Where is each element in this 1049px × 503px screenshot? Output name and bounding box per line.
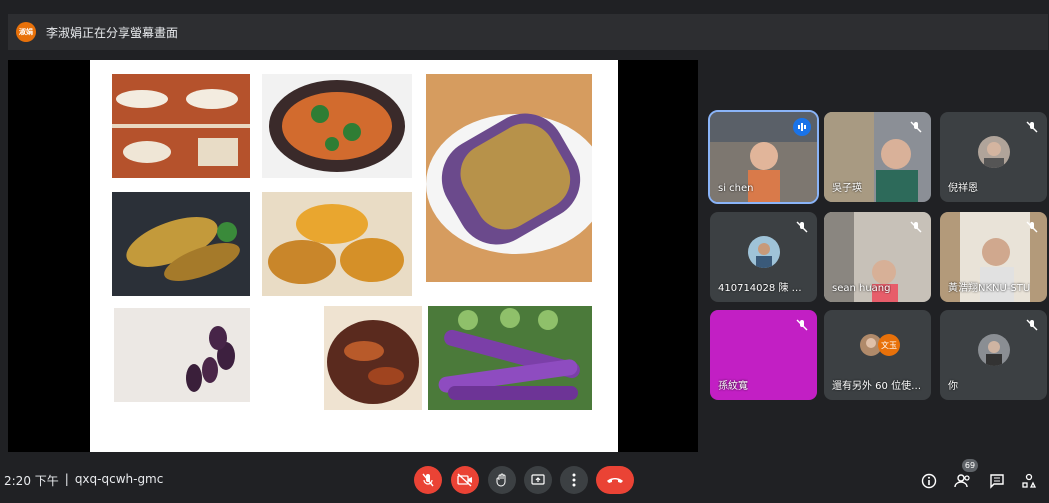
participant-name: sean huang [832, 283, 891, 294]
speaking-indicator-icon [793, 118, 811, 136]
presenting-text: 李淑娟正在分享螢幕畫面 [46, 25, 179, 40]
present-icon [531, 474, 545, 485]
participant-tile-sean-huang[interactable]: sean huang [824, 212, 931, 302]
camera-toggle-button[interactable] [451, 466, 479, 494]
shared-screen [8, 60, 698, 452]
participant-tile-ni[interactable]: 倪祥恩 [940, 112, 1047, 202]
participant-name: 孫紋寬 [718, 381, 748, 392]
participant-name: 倪祥恩 [948, 183, 978, 194]
mic-off-icon [796, 319, 808, 331]
mic-off-icon [796, 221, 808, 233]
mic-off-icon [1026, 221, 1038, 233]
more-options-button[interactable] [560, 466, 588, 494]
people-button[interactable] [954, 472, 972, 490]
mic-off-icon [1026, 319, 1038, 331]
bottom-control-bar: 2:20 下午 | qxq-qcwh-gmc 69 [0, 458, 1049, 503]
hang-up-icon [607, 478, 623, 483]
mic-off-icon [910, 221, 922, 233]
participant-name: 黃浩翔NKNU-STU [948, 283, 1031, 294]
meeting-time: 2:20 下午 [4, 474, 59, 488]
presenting-banner: 淑娟 李淑娟正在分享螢幕畫面 [8, 14, 1048, 50]
stuffed-eggplant-photo [262, 74, 412, 178]
people-icon [954, 474, 970, 488]
meeting-code: qxq-qcwh-gmc [74, 472, 164, 486]
avatar [747, 235, 780, 268]
participant-tile-sun[interactable]: 孫紋寬 [710, 310, 817, 400]
people-count-badge: 69 [962, 459, 978, 472]
eggplant-sliced-photo [112, 74, 250, 178]
participant-name: si chen [718, 183, 754, 194]
others-tile[interactable]: 文玉 還有另外 60 位使用者 [824, 310, 931, 400]
braised-eggplant-photo [324, 306, 422, 410]
participant-name: 吳子瑛 [832, 183, 862, 194]
participant-tile-huang-haoxiang[interactable]: 黃浩翔NKNU-STU [940, 212, 1047, 302]
mic-off-icon [910, 121, 922, 133]
present-screen-button[interactable] [524, 466, 552, 494]
mic-off-icon [422, 473, 434, 487]
chat-icon [990, 474, 1004, 489]
meeting-info: 2:20 下午 | qxq-qcwh-gmc [4, 472, 163, 489]
participant-name: 你 [948, 381, 958, 392]
participant-name: 410714028 陳 請... [718, 283, 810, 294]
participant-tile-si-chen[interactable]: si chen [708, 110, 819, 204]
others-count-label: 還有另外 60 位使用者 [832, 381, 924, 392]
leave-call-button[interactable] [596, 466, 634, 494]
others-avatar-badge: 文玉 [878, 334, 900, 356]
avatar [977, 333, 1010, 366]
info-icon [921, 473, 937, 489]
fried-eggplant-cake-photo [262, 192, 412, 296]
presenter-avatar: 淑娟 [16, 22, 36, 42]
participant-tile-410714028[interactable]: 410714028 陳 請... [710, 212, 817, 302]
purple-eggplants-photo [428, 306, 592, 410]
more-vert-icon [572, 473, 576, 487]
grilled-eggplant-photo [112, 192, 250, 296]
chat-button[interactable] [988, 472, 1006, 490]
participant-tile-wu[interactable]: 吳子瑛 [824, 112, 931, 202]
mic-off-icon [1026, 121, 1038, 133]
activities-button[interactable] [1020, 472, 1038, 490]
camera-off-icon [457, 473, 472, 487]
activities-icon [1022, 473, 1037, 488]
participant-tile-you[interactable]: 你 [940, 310, 1047, 400]
steamed-eggplant-photo [426, 74, 592, 282]
meeting-details-button[interactable] [920, 472, 938, 490]
whole-eggplants-photo [114, 308, 250, 402]
avatar [977, 135, 1010, 168]
hand-icon [496, 473, 506, 487]
raise-hand-button[interactable] [488, 466, 516, 494]
mic-toggle-button[interactable] [414, 466, 442, 494]
meeting-separator: | [64, 472, 69, 486]
presentation-slide [90, 60, 618, 452]
